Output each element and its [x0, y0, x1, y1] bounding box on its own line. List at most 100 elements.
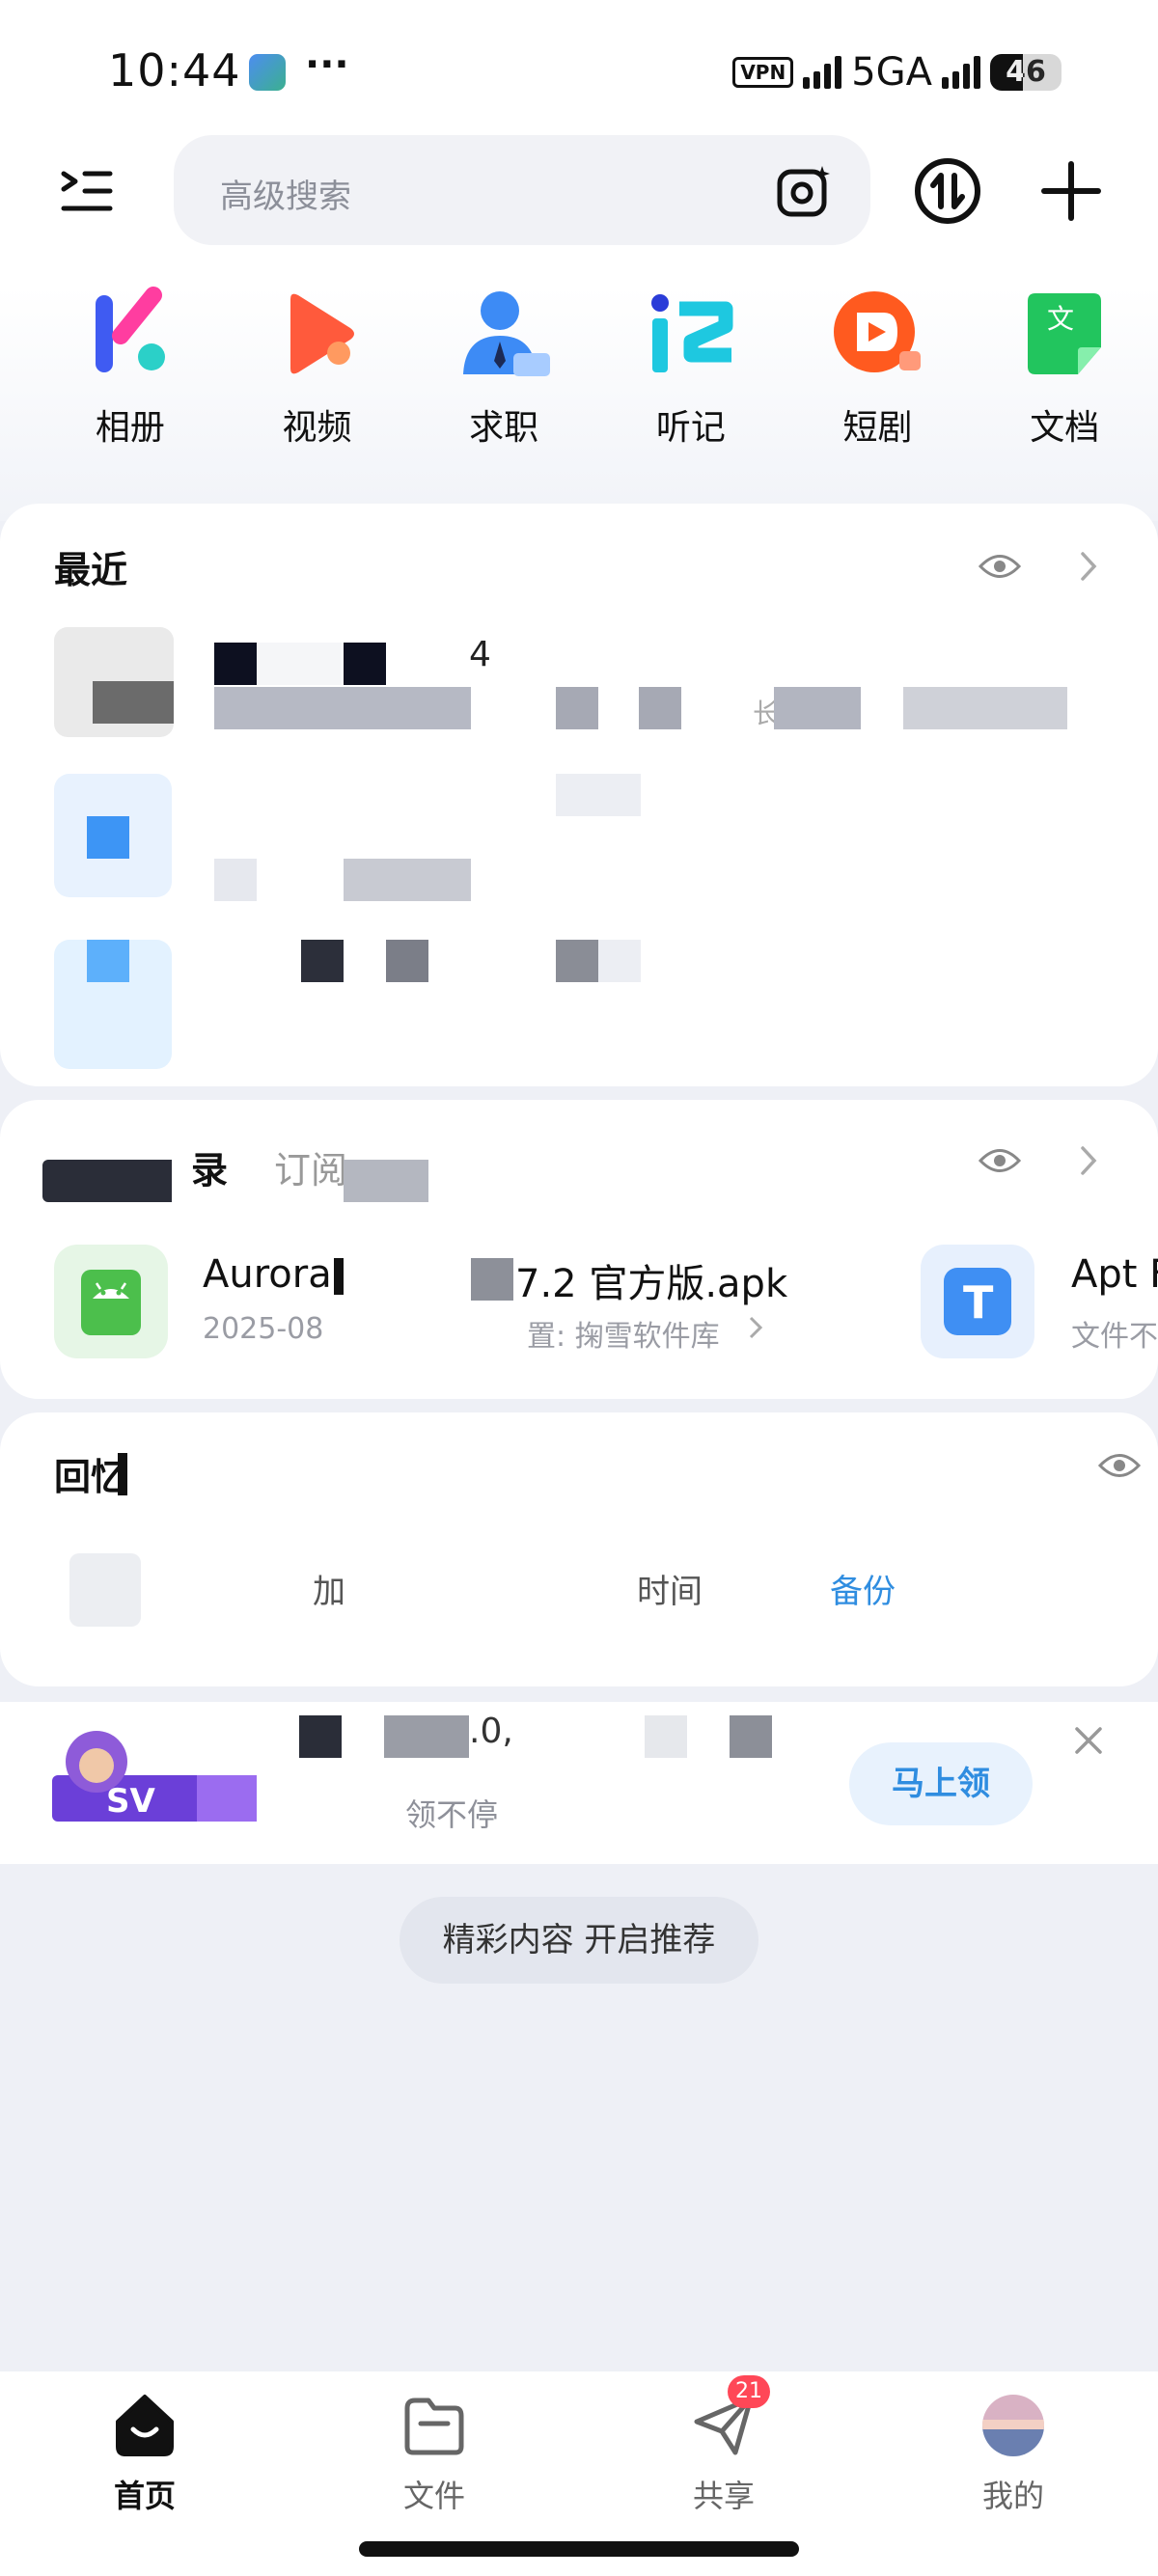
eye-icon[interactable]: [1097, 1451, 1142, 1480]
redacted-block: [384, 1715, 469, 1758]
quick-app-short-drama[interactable]: 短剧: [785, 286, 972, 469]
quick-app-job[interactable]: 求职: [410, 286, 597, 469]
file-name: Aurora: [203, 1252, 332, 1297]
quick-app-listen-note[interactable]: 听记: [597, 286, 785, 469]
folder-icon-mark: [87, 940, 129, 982]
redacted-block: [214, 687, 471, 729]
status-bar: 10:44 ··· VPN 5GA 46: [0, 39, 1158, 106]
eye-icon[interactable]: [978, 1146, 1022, 1175]
subscription-card: 录 订阅 Aurora 7.2 官方版.apk 2025-08 置: 掬雪软件库: [0, 1100, 1158, 1399]
file-item-text[interactable]: T Apt F 文件不: [921, 1245, 1158, 1360]
redacted-block: [301, 940, 344, 982]
redacted-block: [257, 643, 342, 685]
memory-option[interactable]: 加: [313, 1565, 345, 1612]
nav-label: 首页: [113, 2478, 176, 2514]
memory-thumbnail: [69, 1553, 141, 1627]
menu-icon[interactable]: [58, 162, 116, 220]
redacted-block: [344, 1160, 428, 1202]
file-name-tail: 7.2 官方版.apk: [515, 1262, 788, 1306]
quick-app-document[interactable]: 文 文档: [971, 286, 1158, 469]
svg-text:文: 文: [1047, 303, 1074, 335]
more-notifications-indicator: ···: [305, 42, 349, 87]
redacted-block: [730, 1715, 772, 1758]
quick-app-label: 相册: [95, 408, 165, 448]
memory-backup-link[interactable]: 备份: [830, 1565, 896, 1612]
redacted-block: [344, 859, 471, 901]
file-meta: 文件不: [1071, 1320, 1158, 1354]
job-icon: [455, 286, 552, 382]
redacted-block: [214, 643, 257, 685]
chevron-right-icon: [747, 1314, 764, 1345]
recent-fragment: 4: [469, 635, 491, 674]
promo-banner[interactable]: SV .0, 领不停 马上领: [0, 1702, 1158, 1864]
promo-subtitle: 领不停: [405, 1796, 499, 1833]
header: 高级搜索: [0, 135, 1158, 247]
nav-share[interactable]: 21 共享: [627, 2375, 820, 2516]
share-icon: 21: [689, 2375, 770, 2460]
tab-records[interactable]: 录: [191, 1140, 228, 1193]
file-name: Apt F: [1071, 1252, 1158, 1297]
svg-text:T: T: [963, 1276, 994, 1329]
redacted-block: [556, 940, 598, 982]
network-type: 5GA: [851, 50, 932, 95]
quick-apps: 相册 视频 求职 听记 短剧 文 文档: [37, 286, 1158, 469]
camera-scan-icon[interactable]: [776, 164, 832, 220]
home-indicator[interactable]: [359, 2541, 799, 2557]
nav-profile[interactable]: 我的: [917, 2391, 1110, 2516]
claim-now-button[interactable]: 马上领: [849, 1742, 1033, 1825]
nav-files[interactable]: 文件: [338, 2391, 531, 2516]
list-item[interactable]: [54, 774, 1116, 901]
redacted-block: [645, 1715, 687, 1758]
promo-badge-text: SV: [106, 1782, 155, 1821]
memories-card: 回忆 加 时间 备份: [0, 1412, 1158, 1686]
redacted-block: [214, 859, 257, 901]
add-icon[interactable]: [1036, 156, 1106, 226]
quick-app-video[interactable]: 视频: [224, 286, 411, 469]
redacted-block: [471, 1258, 513, 1301]
quick-app-album[interactable]: 相册: [37, 286, 224, 469]
file-item-apk[interactable]: Aurora 7.2 官方版.apk 2025-08 置: 掬雪软件库: [54, 1245, 923, 1360]
chevron-right-icon[interactable]: [1077, 1144, 1100, 1177]
file-date: 2025-08: [203, 1312, 324, 1346]
quick-app-label: 短剧: [842, 408, 913, 448]
avatar-icon: [979, 2391, 1048, 2460]
memory-option[interactable]: 时间: [637, 1565, 703, 1612]
close-icon[interactable]: [1071, 1723, 1106, 1758]
folder-icon-mark: [87, 816, 129, 859]
nav-label: 共享: [692, 2478, 755, 2514]
quick-app-label: 听记: [655, 408, 726, 448]
status-time: 10:44: [108, 44, 241, 96]
eye-icon[interactable]: [978, 552, 1022, 581]
transfer-icon[interactable]: [913, 156, 982, 226]
tab-subscribe[interactable]: 订阅: [274, 1140, 347, 1193]
list-item[interactable]: 4 长: [54, 627, 1116, 741]
vpn-badge: VPN: [732, 57, 794, 88]
nav-label: 我的: [981, 2478, 1044, 2514]
redacted-block: [903, 687, 1067, 729]
promo-title-fragment: .0,: [469, 1712, 513, 1751]
share-badge: 21: [728, 2375, 770, 2408]
text-file-icon: T: [921, 1245, 1034, 1358]
redacted-block: [774, 687, 861, 729]
enable-recommendations-button[interactable]: 精彩内容 开启推荐: [400, 1897, 758, 1984]
quick-app-label: 文档: [1030, 408, 1100, 448]
document-icon: 文: [1016, 286, 1113, 382]
redacted-block: [386, 940, 428, 982]
redacted-block: [639, 687, 681, 729]
redacted-block: [556, 687, 598, 729]
signal-icon-2: [942, 56, 980, 89]
file-source: 置: 掬雪软件库: [527, 1320, 720, 1354]
battery-level: 46: [1006, 55, 1046, 89]
list-item[interactable]: [54, 940, 1116, 1075]
chevron-right-icon[interactable]: [1077, 550, 1100, 583]
folder-icon: [400, 2391, 469, 2460]
video-icon: [269, 286, 366, 382]
notification-app-icon: [249, 54, 286, 91]
redacted-block: [93, 681, 174, 724]
listen-note-icon: [643, 286, 739, 382]
nav-home[interactable]: 首页: [48, 2391, 241, 2516]
redacted-block: [334, 1258, 344, 1295]
search-input[interactable]: 高级搜索: [174, 135, 870, 245]
search-placeholder: 高级搜索: [220, 178, 351, 216]
quick-app-label: 求职: [469, 408, 539, 448]
